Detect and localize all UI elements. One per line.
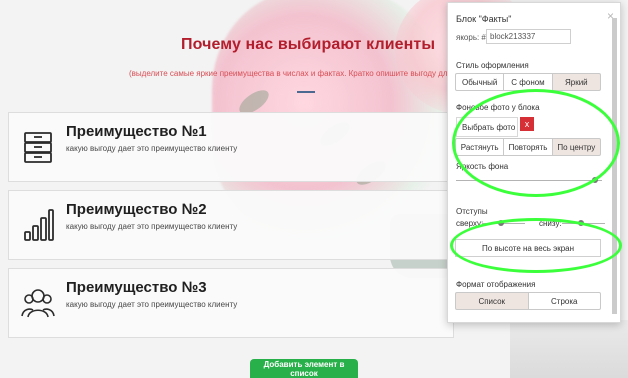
users-group-icon bbox=[21, 289, 55, 318]
section-subtitle: (выделите самые яркие преимущества в чис… bbox=[129, 69, 487, 78]
advantage-title: Преимущество №3 bbox=[66, 279, 207, 296]
format-option-row[interactable]: Строка bbox=[527, 292, 601, 310]
style-option-bright[interactable]: Яркий bbox=[551, 73, 601, 91]
style-option-regular[interactable]: Обычный bbox=[455, 73, 505, 91]
highlight-ellipse bbox=[450, 218, 622, 273]
advantage-description: какую выгоду дает это преимущество клиен… bbox=[66, 222, 238, 231]
bar-chart-icon bbox=[24, 209, 54, 241]
anchor-label: якорь: # bbox=[456, 33, 486, 42]
advantage-card[interactable]: Преимущество №3 какую выгоду дает это пр… bbox=[8, 268, 454, 338]
title-accent-line bbox=[297, 91, 315, 93]
background-photo-detail bbox=[510, 320, 628, 378]
advantage-title: Преимущество №2 bbox=[66, 201, 207, 218]
advantage-description: какую выгоду дает это преимущество клиен… bbox=[66, 300, 238, 309]
advantage-description: какую выгоду дает это преимущество клиен… bbox=[66, 144, 238, 153]
padding-label: Отступы bbox=[456, 207, 488, 216]
display-format-control: Список Строка bbox=[455, 292, 601, 310]
section-title: Почему нас выбирают клиенты bbox=[181, 36, 436, 53]
style-label: Стиль оформления bbox=[456, 61, 529, 70]
display-format-label: Формат отображения bbox=[456, 280, 536, 289]
panel-title: Блок "Факты" bbox=[456, 14, 512, 24]
highlight-ellipse bbox=[452, 89, 620, 197]
anchor-input[interactable] bbox=[486, 29, 571, 44]
advantage-title: Преимущество №1 bbox=[66, 123, 207, 140]
format-option-list[interactable]: Список bbox=[455, 292, 529, 310]
archive-drawers-icon bbox=[24, 132, 52, 163]
advantage-card[interactable]: Преимущество №1 какую выгоду дает это пр… bbox=[8, 112, 454, 182]
add-list-item-button[interactable]: Добавить элемент в список bbox=[250, 359, 358, 378]
panel-scrollbar[interactable] bbox=[612, 18, 617, 314]
advantage-card[interactable]: Преимущество №2 какую выгоду дает это пр… bbox=[8, 190, 454, 260]
